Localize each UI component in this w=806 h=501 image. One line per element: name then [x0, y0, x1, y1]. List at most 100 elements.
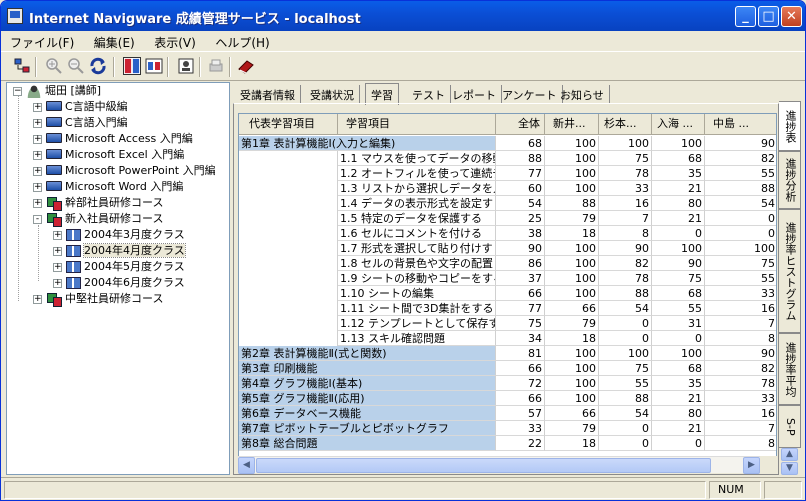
score-cell[interactable]: 90 — [705, 346, 776, 361]
column-header-irumi[interactable]: 入海 ... — [652, 114, 705, 135]
score-cell[interactable]: 0 — [599, 316, 652, 331]
score-cell[interactable]: 33 — [705, 286, 776, 301]
split-view-icon[interactable] — [123, 57, 141, 75]
score-cell[interactable]: 100 — [545, 181, 599, 196]
book-icon[interactable] — [237, 57, 255, 75]
horizontal-scrollbar[interactable]: ◀ ▶ — [238, 456, 760, 474]
side-tab-progress-table[interactable]: 進捗表 — [779, 101, 801, 151]
side-tab-progress-histogram[interactable]: 進捗率ヒストグラム — [779, 209, 801, 333]
score-cell[interactable]: 100 — [545, 241, 599, 256]
zoom-out-icon[interactable] — [67, 57, 85, 75]
score-cell[interactable]: 100 — [652, 346, 705, 361]
score-cell[interactable]: 21 — [652, 211, 705, 226]
expand-icon[interactable]: + — [33, 198, 42, 208]
expand-icon[interactable]: + — [33, 102, 42, 112]
score-cell[interactable]: 79 — [545, 421, 599, 436]
rep-item-cell[interactable] — [239, 166, 338, 181]
rep-item-cell[interactable] — [239, 241, 338, 256]
score-cell[interactable]: 100 — [545, 391, 599, 406]
score-cell[interactable]: 16 — [705, 301, 776, 316]
scroll-up-icon[interactable]: ▲ — [781, 448, 798, 461]
score-cell[interactable]: 100 — [652, 241, 705, 256]
item-cell[interactable]: 1.2 オートフィルを使って連続デ — [338, 166, 496, 181]
chapter-cell[interactable]: 第1章 表計算機能Ⅰ(入力と編集) — [239, 136, 496, 151]
score-cell[interactable]: 16 — [599, 196, 652, 211]
score-cell[interactable]: 100 — [705, 241, 776, 256]
score-cell[interactable]: 54 — [496, 196, 545, 211]
item-cell[interactable]: 1.7 形式を選択して貼り付けす — [338, 241, 496, 256]
rep-item-cell[interactable] — [239, 181, 338, 196]
column-header-rep-item[interactable]: 代表学習項目 — [239, 114, 338, 135]
score-cell[interactable]: 100 — [652, 136, 705, 151]
score-cell[interactable]: 54 — [705, 196, 776, 211]
score-cell[interactable]: 66 — [545, 301, 599, 316]
score-cell[interactable]: 79 — [545, 316, 599, 331]
rep-item-cell[interactable] — [239, 271, 338, 286]
score-cell[interactable]: 75 — [705, 256, 776, 271]
score-cell[interactable]: 66 — [496, 391, 545, 406]
score-cell[interactable]: 33 — [599, 181, 652, 196]
menu-file[interactable]: ファイル(F) — [1, 31, 81, 51]
score-cell[interactable]: 33 — [705, 391, 776, 406]
tree-item-class-2004-03[interactable]: +2004年3月度クラス — [53, 227, 185, 243]
item-cell[interactable]: 1.4 データの表示形式を設定す — [338, 196, 496, 211]
scroll-thumb[interactable] — [256, 458, 711, 473]
rep-item-cell[interactable] — [239, 256, 338, 271]
score-cell[interactable]: 77 — [496, 166, 545, 181]
side-tab-progress-average[interactable]: 進捗率平均 — [779, 333, 801, 405]
network-icon[interactable] — [13, 57, 31, 75]
tab-student-info[interactable]: 受講者情報 — [235, 85, 301, 104]
progress-grid[interactable]: 代表学習項目 学習項目 全体 新井... 杉本... 入海 ... 中島 ...… — [238, 113, 777, 457]
tree-item-executive-course[interactable]: + 幹部社員研修コース — [33, 195, 163, 211]
score-cell[interactable]: 21 — [652, 421, 705, 436]
expand-icon[interactable]: + — [53, 230, 62, 240]
score-cell[interactable]: 21 — [652, 391, 705, 406]
scroll-right-icon[interactable]: ▶ — [743, 457, 760, 474]
score-cell[interactable]: 0 — [652, 436, 705, 451]
rep-item-cell[interactable] — [239, 211, 338, 226]
score-cell[interactable]: 88 — [496, 151, 545, 166]
tab-survey[interactable]: アンケート — [497, 85, 563, 104]
score-cell[interactable]: 35 — [652, 376, 705, 391]
menu-view[interactable]: 表示(V) — [145, 31, 203, 51]
score-cell[interactable]: 0 — [705, 226, 776, 241]
score-cell[interactable]: 100 — [545, 136, 599, 151]
score-cell[interactable]: 100 — [545, 256, 599, 271]
rep-item-cell[interactable] — [239, 331, 338, 346]
tree-item-access[interactable]: + Microsoft Access 入門編 — [33, 131, 193, 147]
chapter-cell[interactable]: 第4章 グラフ機能Ⅰ(基本) — [239, 376, 496, 391]
column-header-total[interactable]: 全体 — [496, 114, 545, 135]
expand-icon[interactable]: + — [33, 118, 42, 128]
score-cell[interactable]: 60 — [496, 181, 545, 196]
rep-item-cell[interactable] — [239, 286, 338, 301]
score-cell[interactable]: 38 — [496, 226, 545, 241]
score-cell[interactable]: 68 — [652, 286, 705, 301]
score-cell[interactable]: 55 — [652, 301, 705, 316]
menu-help[interactable]: ヘルプ(H) — [206, 31, 276, 51]
score-cell[interactable]: 33 — [496, 421, 545, 436]
tree-item-excel[interactable]: + Microsoft Excel 入門編 — [33, 147, 184, 163]
score-cell[interactable]: 100 — [545, 151, 599, 166]
expand-icon[interactable]: + — [33, 182, 42, 192]
compare-view-icon[interactable] — [145, 57, 163, 75]
close-button[interactable]: ✕ — [781, 6, 802, 27]
score-cell[interactable]: 80 — [652, 196, 705, 211]
score-cell[interactable]: 8 — [599, 226, 652, 241]
score-cell[interactable]: 82 — [705, 151, 776, 166]
tree-item-new-employee-course[interactable]: - 新入社員研修コース — [33, 211, 163, 227]
expand-icon[interactable]: + — [33, 150, 42, 160]
score-cell[interactable]: 100 — [599, 346, 652, 361]
score-cell[interactable]: 100 — [545, 361, 599, 376]
score-cell[interactable]: 66 — [545, 406, 599, 421]
score-cell[interactable]: 78 — [599, 271, 652, 286]
score-cell[interactable]: 0 — [652, 331, 705, 346]
maximize-button[interactable]: □ — [758, 6, 779, 27]
score-cell[interactable]: 7 — [599, 211, 652, 226]
score-cell[interactable]: 7 — [705, 316, 776, 331]
item-cell[interactable]: 1.3 リストから選択しデータを入 — [338, 181, 496, 196]
item-cell[interactable]: 1.5 特定のデータを保護する — [338, 211, 496, 226]
side-tab-sp[interactable]: S-P — [779, 405, 801, 448]
tab-report[interactable]: レポート — [447, 85, 502, 104]
score-cell[interactable]: 90 — [652, 256, 705, 271]
score-cell[interactable]: 18 — [545, 331, 599, 346]
